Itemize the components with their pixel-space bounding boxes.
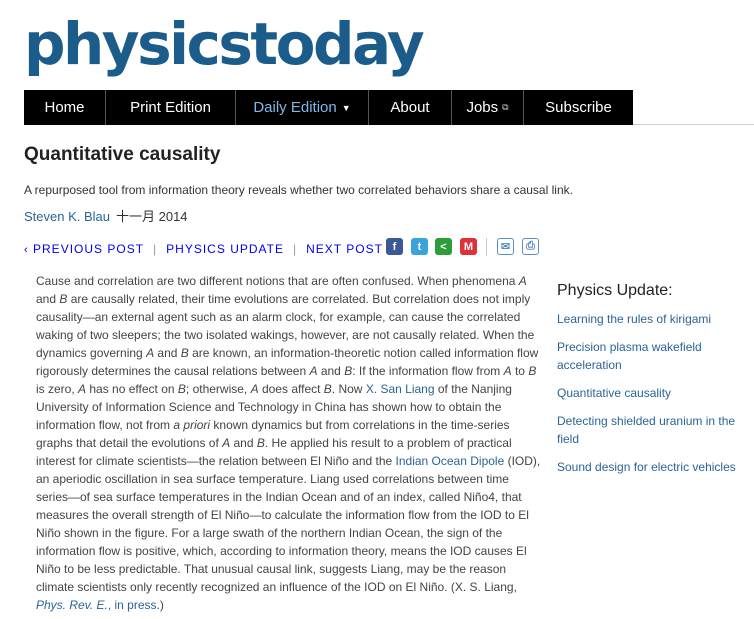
nav-about[interactable]: About (369, 90, 452, 125)
sidebar: Physics Update: Learning the rules of ki… (557, 282, 737, 486)
twitter-icon[interactable]: t (411, 238, 428, 255)
site-logo[interactable]: physicstoday (24, 4, 425, 84)
nav-label: Print Edition (130, 99, 211, 116)
nav-jobs[interactable]: Jobs ⧉ (452, 90, 524, 125)
separator: | (153, 242, 158, 256)
nav-label: Daily Edition (253, 99, 337, 116)
iod-link[interactable]: Indian Ocean Dipole (396, 454, 505, 468)
post-navigation: ‹ PREVIOUS POST | PHYSICS UPDATE | NEXT … (24, 242, 392, 256)
nav-label: Home (44, 99, 85, 116)
sidebar-item-quantitative-causality[interactable]: Quantitative causality (557, 384, 737, 402)
share-icon[interactable]: < (435, 238, 452, 255)
byline: Steven K. Blau 十一月 2014 (24, 206, 188, 225)
share-divider (486, 238, 487, 256)
previous-post-label: PREVIOUS POST (33, 242, 145, 256)
nav-label: About (390, 99, 430, 116)
sidebar-item-plasma-wakefield[interactable]: Precision plasma wakefield acceleration (557, 338, 737, 374)
main-nav: Home Print Edition Daily Edition ▼ About … (24, 90, 633, 125)
nav-divider-line (633, 124, 754, 125)
reference-link[interactable]: Phys. Rev. E., in press (36, 598, 157, 612)
facebook-icon[interactable]: f (386, 238, 403, 255)
author-link[interactable]: Steven K. Blau (24, 209, 110, 224)
nav-label: Jobs (466, 99, 499, 116)
next-post-label: NEXT POST (306, 242, 383, 256)
article-body: Cause and correlation are two different … (36, 274, 541, 612)
sidebar-item-shielded-uranium[interactable]: Detecting shielded uranium in the field (557, 412, 737, 448)
sidebar-item-kirigami[interactable]: Learning the rules of kirigami (557, 310, 737, 328)
chevron-left-icon: ‹ (24, 244, 29, 256)
next-post-link[interactable]: NEXT POST › (306, 242, 392, 256)
caret-down-icon: ▼ (341, 102, 351, 113)
email-icon[interactable]: ✉ (497, 238, 514, 255)
print-icon[interactable]: ⎙ (522, 238, 539, 255)
article-date: 十一月 2014 (116, 209, 188, 224)
sidebar-heading: Physics Update: (557, 282, 673, 299)
nav-daily-edition[interactable]: Daily Edition ▼ (236, 90, 369, 125)
separator: | (292, 242, 298, 256)
liang-link[interactable]: X. San Liang (366, 382, 435, 396)
article-title: Quantitative causality (24, 144, 221, 165)
sidebar-item-sound-design[interactable]: Sound design for electric vehicles (557, 458, 737, 476)
nav-print-edition[interactable]: Print Edition (106, 90, 236, 125)
physics-update-link[interactable]: PHYSICS UPDATE (166, 242, 284, 256)
previous-post-link[interactable]: ‹ PREVIOUS POST (24, 242, 144, 256)
external-link-icon: ⧉ (502, 102, 509, 112)
mendeley-icon[interactable]: M (460, 238, 477, 255)
nav-home[interactable]: Home (24, 90, 106, 125)
article-subtitle: A repurposed tool from information theor… (24, 183, 573, 197)
nav-subscribe[interactable]: Subscribe (524, 90, 633, 125)
nav-label: Subscribe (545, 99, 612, 116)
